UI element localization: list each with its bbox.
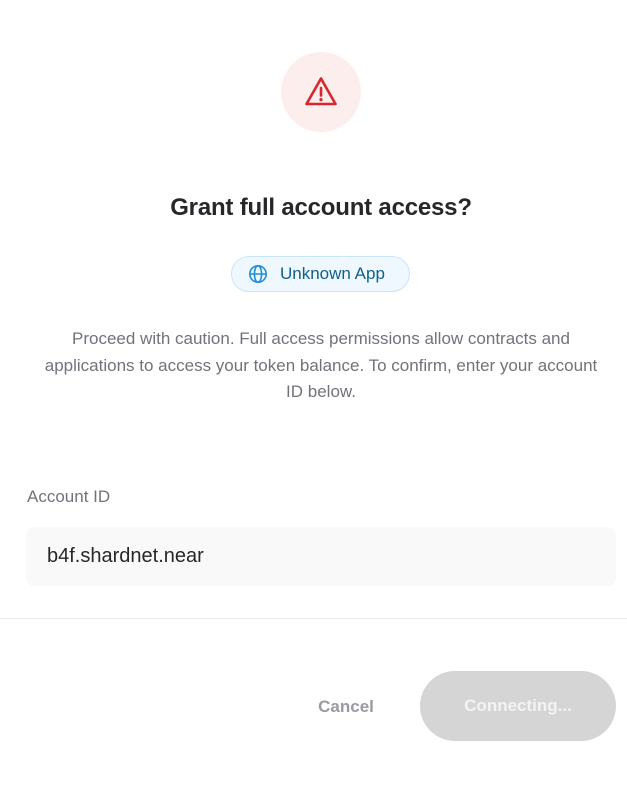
caution-description: Proceed with caution. Full access permis… xyxy=(44,329,598,401)
dialog-title: Grant full account access? xyxy=(170,194,472,221)
account-id-label: Account ID xyxy=(27,487,111,506)
grant-access-dialog: Grant full account access? Unknown App P… xyxy=(0,0,627,794)
warning-triangle-icon xyxy=(305,77,337,106)
connecting-button[interactable]: Connecting... xyxy=(420,671,616,741)
account-id-input[interactable] xyxy=(26,527,616,586)
warning-badge xyxy=(281,52,361,132)
cancel-button[interactable]: Cancel xyxy=(296,686,396,728)
app-name: Unknown App xyxy=(280,264,385,283)
globe-icon xyxy=(249,265,267,283)
divider xyxy=(0,618,627,619)
app-chip: Unknown App xyxy=(231,256,410,292)
